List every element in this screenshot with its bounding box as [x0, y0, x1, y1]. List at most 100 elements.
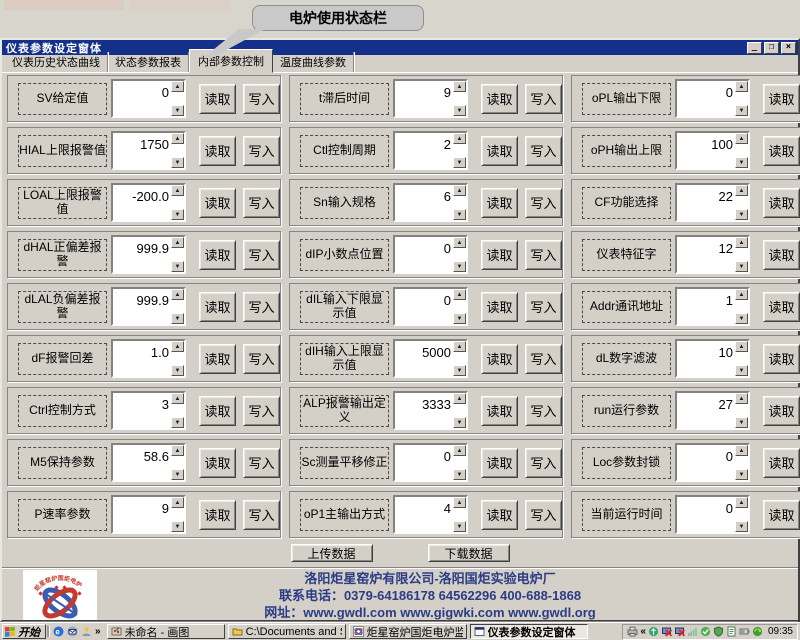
tab-1[interactable]: 仪表历史状态曲线 [5, 52, 108, 72]
write-button[interactable]: 写入 [525, 240, 562, 270]
spinner-up-button[interactable]: ▲ [735, 289, 748, 300]
network-error2-icon[interactable] [674, 626, 685, 637]
battery-icon[interactable] [739, 626, 750, 637]
read-button[interactable]: 读取 [481, 240, 518, 270]
spinner-down-button[interactable]: ▼ [171, 209, 184, 220]
spinner-down-button[interactable]: ▼ [735, 521, 748, 532]
spinner-down-button[interactable]: ▼ [171, 417, 184, 428]
write-button[interactable]: 写入 [243, 292, 280, 322]
param-value-input[interactable]: 0 [395, 445, 453, 480]
read-button[interactable]: 读取 [199, 84, 236, 114]
spinner-down-button[interactable]: ▼ [171, 157, 184, 168]
restore-button[interactable]: ❐ [764, 42, 779, 54]
network-error-icon[interactable] [661, 626, 672, 637]
taskbar-task-button[interactable]: 炬星窑炉国炬电炉监... [349, 624, 467, 639]
param-value-input[interactable]: 4 [395, 497, 453, 532]
taskbar-task-button[interactable]: 未命名 - 画图 [107, 624, 225, 639]
spinner-down-button[interactable]: ▼ [735, 365, 748, 376]
spinner-down-button[interactable]: ▼ [735, 209, 748, 220]
spinner-up-button[interactable]: ▲ [453, 237, 466, 248]
tab-4[interactable]: 温度曲线参数 [273, 52, 354, 72]
ie-icon[interactable]: e [53, 626, 64, 637]
quick-launch-more-chevron[interactable]: » [95, 626, 101, 637]
spinner-down-button[interactable]: ▼ [453, 157, 466, 168]
read-button[interactable]: 读取 [199, 344, 236, 374]
read-button[interactable]: 读取 [199, 500, 236, 530]
spinner-up-button[interactable]: ▲ [453, 341, 466, 352]
read-button[interactable]: 读取 [763, 136, 800, 166]
green-status-icon[interactable] [700, 626, 711, 637]
spinner-up-button[interactable]: ▲ [735, 393, 748, 404]
param-value-input[interactable]: 0 [395, 289, 453, 324]
usb-icon[interactable] [648, 626, 659, 637]
write-button[interactable]: 写入 [243, 448, 280, 478]
read-button[interactable]: 读取 [763, 448, 800, 478]
param-value-input[interactable]: -200.0 [113, 185, 171, 220]
read-button[interactable]: 读取 [481, 500, 518, 530]
read-button[interactable]: 读取 [199, 188, 236, 218]
spinner-up-button[interactable]: ▲ [735, 341, 748, 352]
spinner-up-button[interactable]: ▲ [735, 445, 748, 456]
write-button[interactable]: 写入 [243, 136, 280, 166]
update-icon[interactable] [752, 626, 763, 637]
read-button[interactable]: 读取 [481, 448, 518, 478]
spinner-down-button[interactable]: ▼ [171, 521, 184, 532]
read-button[interactable]: 读取 [481, 84, 518, 114]
spinner-up-button[interactable]: ▲ [735, 237, 748, 248]
read-button[interactable]: 读取 [481, 136, 518, 166]
spinner-up-button[interactable]: ▲ [171, 81, 184, 92]
spinner-down-button[interactable]: ▼ [171, 261, 184, 272]
spinner-down-button[interactable]: ▼ [453, 261, 466, 272]
spinner-up-button[interactable]: ▲ [453, 445, 466, 456]
read-button[interactable]: 读取 [199, 136, 236, 166]
param-value-input[interactable]: 2 [395, 133, 453, 168]
spinner-down-button[interactable]: ▼ [171, 313, 184, 324]
read-button[interactable]: 读取 [763, 344, 800, 374]
write-button[interactable]: 写入 [525, 136, 562, 166]
spinner-down-button[interactable]: ▼ [453, 417, 466, 428]
param-value-input[interactable]: 999.9 [113, 289, 171, 324]
spinner-up-button[interactable]: ▲ [453, 393, 466, 404]
param-value-input[interactable]: 0 [677, 445, 735, 480]
spinner-up-button[interactable]: ▲ [735, 185, 748, 196]
upload-data-button[interactable]: 上传数据 [291, 544, 373, 562]
write-button[interactable]: 写入 [243, 500, 280, 530]
param-value-input[interactable]: 9 [113, 497, 171, 532]
write-button[interactable]: 写入 [243, 188, 280, 218]
read-button[interactable]: 读取 [763, 84, 800, 114]
read-button[interactable]: 读取 [481, 344, 518, 374]
read-button[interactable]: 读取 [763, 292, 800, 322]
write-button[interactable]: 写入 [243, 240, 280, 270]
read-button[interactable]: 读取 [763, 500, 800, 530]
spinner-down-button[interactable]: ▼ [453, 365, 466, 376]
param-value-input[interactable]: 12 [677, 237, 735, 272]
download-data-button[interactable]: 下载数据 [428, 544, 510, 562]
tab-2[interactable]: 状态参数报表 [108, 52, 189, 72]
spinner-down-button[interactable]: ▼ [453, 313, 466, 324]
param-value-input[interactable]: 1.0 [113, 341, 171, 376]
spinner-down-button[interactable]: ▼ [735, 313, 748, 324]
spinner-up-button[interactable]: ▲ [171, 497, 184, 508]
spinner-up-button[interactable]: ▲ [171, 445, 184, 456]
param-value-input[interactable]: 22 [677, 185, 735, 220]
param-value-input[interactable]: 100 [677, 133, 735, 168]
spinner-down-button[interactable]: ▼ [735, 105, 748, 116]
spinner-down-button[interactable]: ▼ [453, 209, 466, 220]
outlook-express-icon[interactable] [67, 626, 78, 637]
spinner-up-button[interactable]: ▲ [171, 133, 184, 144]
spinner-down-button[interactable]: ▼ [735, 157, 748, 168]
tab-3[interactable]: 内部参数控制 [189, 49, 273, 73]
param-value-input[interactable]: 0 [677, 497, 735, 532]
spinner-up-button[interactable]: ▲ [171, 237, 184, 248]
param-value-input[interactable]: 1750 [113, 133, 171, 168]
minimize-button[interactable]: _ [747, 42, 762, 54]
write-button[interactable]: 写入 [243, 344, 280, 374]
start-button[interactable]: 开始 [2, 624, 46, 639]
spinner-up-button[interactable]: ▲ [453, 289, 466, 300]
param-value-input[interactable]: 999.9 [113, 237, 171, 272]
param-value-input[interactable]: 10 [677, 341, 735, 376]
param-value-input[interactable]: 27 [677, 393, 735, 428]
spinner-up-button[interactable]: ▲ [453, 133, 466, 144]
param-value-input[interactable]: 58.6 [113, 445, 171, 480]
spinner-up-button[interactable]: ▲ [171, 185, 184, 196]
